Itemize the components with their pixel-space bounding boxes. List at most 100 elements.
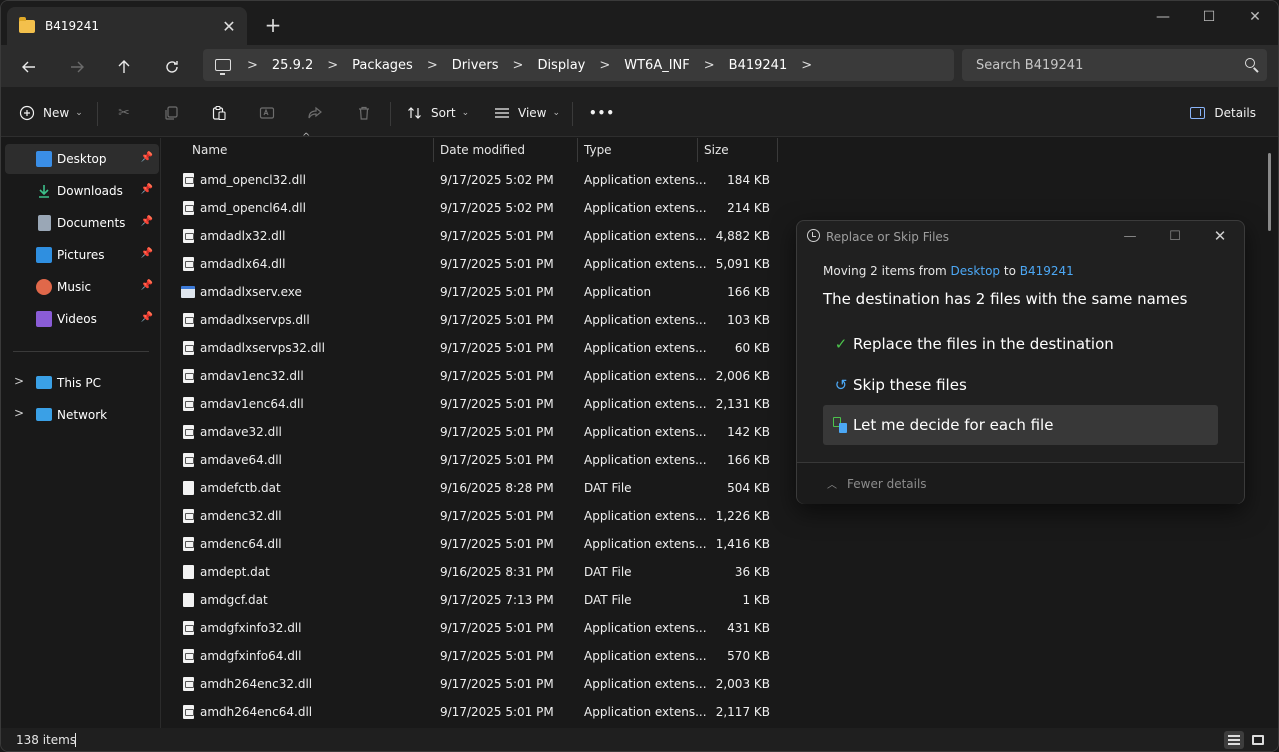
up-button[interactable] <box>108 51 140 83</box>
minimize-button[interactable]: — <box>1140 1 1186 33</box>
file-name: amdadlxservps.dll <box>200 313 310 327</box>
column-header-name[interactable]: Name <box>192 138 227 162</box>
file-date: 9/17/2025 5:01 PM <box>440 397 554 411</box>
view-button[interactable]: View ⌄ <box>494 100 560 126</box>
details-view-icon <box>1228 735 1240 745</box>
details-pane-button[interactable]: Details <box>1190 100 1256 126</box>
table-row[interactable]: amdave32.dll 9/17/2025 5:01 PM Application… <box>162 418 782 446</box>
maximize-button[interactable]: ☐ <box>1186 1 1232 33</box>
sidebar-item-music[interactable]: Music 📌 <box>5 272 159 302</box>
table-row[interactable]: amd_opencl64.dll 9/17/2025 5:02 PM Applica… <box>162 194 782 222</box>
table-row[interactable]: amdav1enc32.dll 9/17/2025 5:01 PM Applicat… <box>162 362 782 390</box>
column-divider[interactable] <box>697 138 698 162</box>
breadcrumb-item[interactable]: Drivers <box>452 58 499 73</box>
file-date: 9/16/2025 8:31 PM <box>440 565 554 579</box>
refresh-button[interactable] <box>156 51 188 83</box>
table-row[interactable]: amdadlxservps32.dll 9/17/2025 5:01 PM Appl… <box>162 334 782 362</box>
paste-button[interactable] <box>211 100 235 126</box>
column-header-date[interactable]: Date modified <box>440 138 525 162</box>
share-button[interactable] <box>307 100 331 126</box>
table-row[interactable]: amdefctb.dat 9/16/2025 8:28 PM DAT File 504… <box>162 474 782 502</box>
table-row[interactable]: amdh264enc32.dll 9/17/2025 5:01 PM Applica… <box>162 670 782 698</box>
breadcrumb-item[interactable]: WT6A_INF <box>624 58 690 73</box>
rename-button[interactable] <box>259 100 283 126</box>
table-row[interactable]: amdgfxinfo64.dll 9/17/2025 5:01 PM Applica… <box>162 642 782 670</box>
expand-chevron-icon[interactable]: > <box>14 406 24 420</box>
dialog-minimize-button[interactable]: — <box>1115 225 1145 247</box>
source-folder-link[interactable]: Desktop <box>951 264 1001 278</box>
table-row[interactable]: amdadlxserv.exe 9/17/2025 5:01 PM Applicat… <box>162 278 782 306</box>
sidebar-item-documents[interactable]: Documents 📌 <box>5 208 159 238</box>
sidebar-item-network[interactable]: > Network <box>5 400 159 430</box>
chevron-right-icon[interactable]: > <box>599 58 610 73</box>
skip-files-option[interactable]: ↺ Skip these files <box>823 365 1218 405</box>
table-row[interactable]: amd_opencl32.dll 9/17/2025 5:02 PM Applica… <box>162 166 782 194</box>
file-size: 431 KB <box>727 621 770 635</box>
address-bar[interactable]: > 25.9.2 > Packages > Drivers > Display … <box>203 49 954 81</box>
cut-button[interactable]: ✂ <box>116 100 140 126</box>
breadcrumb-item[interactable]: Display <box>537 58 585 73</box>
table-row[interactable]: amdenc32.dll 9/17/2025 5:01 PM Application… <box>162 502 782 530</box>
table-row[interactable]: amdave64.dll 9/17/2025 5:01 PM Application… <box>162 446 782 474</box>
sidebar-item-downloads[interactable]: Downloads 📌 <box>5 176 159 206</box>
sidebar-item-pictures[interactable]: Pictures 📌 <box>5 240 159 270</box>
chevron-right-icon[interactable]: > <box>327 58 338 73</box>
sidebar-item-videos[interactable]: Videos 📌 <box>5 304 159 334</box>
new-button[interactable]: New ⌄ <box>19 100 83 126</box>
destination-folder-link[interactable]: B419241 <box>1020 264 1074 278</box>
file-date: 9/17/2025 5:01 PM <box>440 285 554 299</box>
delete-button[interactable] <box>356 100 380 126</box>
breadcrumb-item[interactable]: B419241 <box>729 58 788 73</box>
table-row[interactable]: amdgcf.dat 9/17/2025 7:13 PM DAT File 1 KB <box>162 586 782 614</box>
column-divider[interactable] <box>433 138 434 162</box>
copy-button[interactable] <box>163 100 187 126</box>
column-header-size[interactable]: Size <box>704 138 729 162</box>
chevron-right-icon[interactable]: > <box>801 58 812 73</box>
vertical-scrollbar[interactable] <box>1268 153 1271 231</box>
tab-b419241[interactable]: B419241 ✕ <box>7 7 247 45</box>
file-type: Application extens... <box>584 453 707 467</box>
forward-button[interactable] <box>61 51 93 83</box>
chevron-right-icon[interactable]: > <box>427 58 438 73</box>
tab-close-button[interactable]: ✕ <box>215 12 243 40</box>
table-row[interactable]: amdept.dat 9/16/2025 8:31 PM DAT File 36 KB <box>162 558 782 586</box>
decide-each-file-option[interactable]: Let me decide for each file <box>823 405 1218 445</box>
chevron-down-icon: ⌄ <box>552 108 561 118</box>
more-options-button[interactable]: ••• <box>589 100 615 126</box>
sort-button[interactable]: Sort ⌄ <box>407 100 469 126</box>
column-header-type[interactable]: Type <box>584 138 612 162</box>
table-row[interactable]: amdgfxinfo32.dll 9/17/2025 5:01 PM Applica… <box>162 614 782 642</box>
back-button[interactable] <box>13 51 45 83</box>
search-input[interactable]: Search B419241 <box>962 49 1267 81</box>
file-type: Application extens... <box>584 677 707 691</box>
sidebar-item-desktop[interactable]: Desktop 📌 <box>5 144 159 174</box>
tiles-view-button[interactable] <box>1248 731 1268 749</box>
table-row[interactable]: amdenc64.dll 9/17/2025 5:01 PM Application… <box>162 530 782 558</box>
table-row[interactable]: amdadlxservps.dll 9/17/2025 5:01 PM Applic… <box>162 306 782 334</box>
dialog-maximize-button[interactable]: ☐ <box>1160 225 1190 247</box>
table-row[interactable]: amdadlx64.dll 9/17/2025 5:01 PM Applicatio… <box>162 250 782 278</box>
chevron-right-icon[interactable]: > <box>513 58 524 73</box>
column-divider[interactable] <box>577 138 578 162</box>
new-tab-button[interactable]: + <box>259 11 287 39</box>
fewer-details-button[interactable]: ︿ Fewer details <box>827 476 927 492</box>
expand-chevron-icon[interactable]: > <box>14 374 24 388</box>
pin-icon: 📌 <box>140 184 153 195</box>
column-divider[interactable] <box>777 138 778 162</box>
undo-arrow-icon: ↺ <box>834 376 848 394</box>
close-button[interactable]: ✕ <box>1232 1 1278 33</box>
breadcrumb-item[interactable]: 25.9.2 <box>272 58 313 73</box>
dialog-close-button[interactable]: ✕ <box>1205 225 1235 247</box>
breadcrumb-item[interactable]: Packages <box>352 58 413 73</box>
sidebar-item-this-pc[interactable]: > This PC <box>5 368 159 398</box>
chevron-right-icon[interactable]: > <box>704 58 715 73</box>
moving-middle: to <box>1000 264 1020 278</box>
table-row[interactable]: amdh264enc64.dll 9/17/2025 5:01 PM Applica… <box>162 698 782 726</box>
dll-file-icon <box>183 677 194 691</box>
table-row[interactable]: amdav1enc64.dll 9/17/2025 5:01 PM Applicat… <box>162 390 782 418</box>
cut-icon: ✂ <box>118 105 130 121</box>
search-icon <box>1245 58 1255 68</box>
replace-files-option[interactable]: ✓ Replace the files in the destination <box>823 324 1218 364</box>
table-row[interactable]: amdadlx32.dll 9/17/2025 5:01 PM Applicatio… <box>162 222 782 250</box>
details-view-button[interactable] <box>1224 731 1244 749</box>
